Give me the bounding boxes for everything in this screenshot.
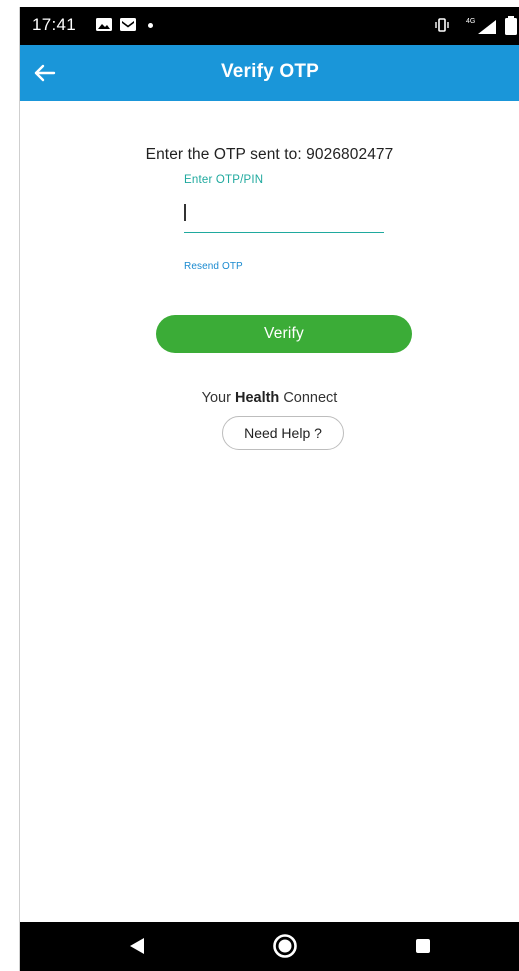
phone-screen: 17:41 4G Verify OTP Enter the OTP sent t… xyxy=(19,7,519,971)
status-bar: 17:41 4G xyxy=(20,7,519,45)
otp-field-label: Enter OTP/PIN xyxy=(184,174,264,186)
vibrate-icon xyxy=(435,18,449,32)
status-time: 17:41 xyxy=(32,15,77,34)
nav-back-icon[interactable] xyxy=(128,937,146,955)
otp-sent-message: Enter the OTP sent to: 9026802477 xyxy=(145,146,394,163)
navigation-bar xyxy=(20,922,519,971)
battery-icon xyxy=(505,16,517,35)
tagline: Your Health Connect xyxy=(20,390,519,406)
verify-button[interactable]: Verify xyxy=(156,315,412,353)
tagline-brand: Health xyxy=(234,390,280,406)
page-title: Verify OTP xyxy=(220,61,320,82)
gallery-icon xyxy=(96,18,112,31)
otp-input[interactable] xyxy=(184,197,384,233)
tagline-prefix: Your xyxy=(201,390,235,406)
resend-otp-link[interactable]: Resend OTP xyxy=(184,261,243,272)
need-help-button[interactable]: Need Help ? xyxy=(222,416,344,450)
nav-recents-icon[interactable] xyxy=(416,939,430,953)
signal-icon: 4G xyxy=(466,18,496,34)
notification-dot-icon xyxy=(148,23,153,28)
svg-text:4G: 4G xyxy=(466,18,475,25)
text-cursor xyxy=(184,204,186,221)
app-bar: Verify OTP xyxy=(20,45,519,101)
nav-home-icon[interactable] xyxy=(272,933,298,959)
tagline-suffix: Connect xyxy=(279,390,338,406)
mail-icon xyxy=(120,18,136,31)
